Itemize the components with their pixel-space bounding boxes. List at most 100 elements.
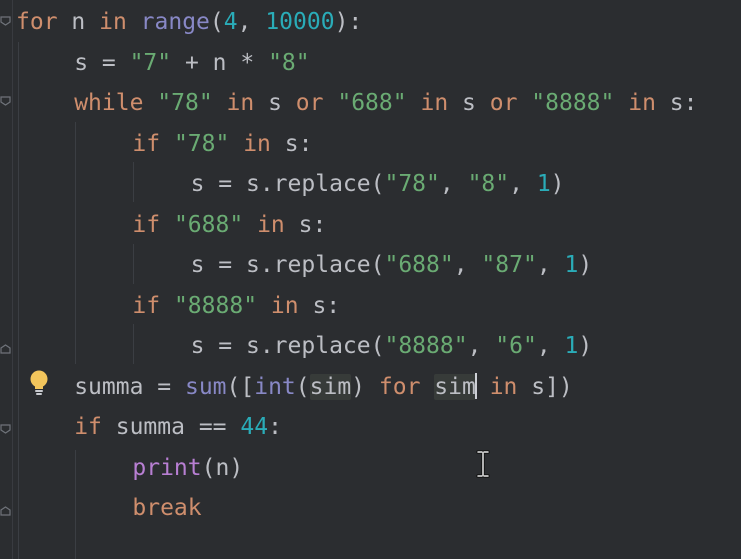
code-line[interactable]: if "8888" in s: (132, 286, 340, 326)
code-token: in (628, 90, 656, 116)
code-token: in (99, 9, 127, 35)
code-editor[interactable]: for n in range(4, 10000): s = "7" + n * "… (0, 0, 741, 559)
code-token: "688" (384, 252, 454, 278)
code-token: int (254, 373, 296, 400)
code-token: sim (434, 373, 476, 400)
code-token: 1 (564, 252, 579, 278)
code-token: 1 (564, 333, 579, 359)
code-token: while (74, 90, 144, 116)
fold-end-marker-icon[interactable] (0, 344, 11, 354)
code-token: ( (209, 9, 224, 35)
code-token: summa = (74, 373, 185, 400)
fold-marker-icon[interactable] (0, 424, 11, 434)
code-token: 44 (240, 414, 269, 440)
code-token: "78" (384, 171, 440, 197)
code-token: in (270, 292, 299, 319)
code-token: , (439, 171, 468, 197)
code-token: ([ (226, 373, 255, 400)
code-token: s]) (517, 373, 573, 400)
code-token: , (536, 333, 565, 359)
code-token: s = s.replace( (190, 252, 385, 278)
code-line[interactable]: break (132, 488, 201, 528)
code-token: s (254, 90, 296, 116)
fold-end-marker-icon[interactable] (0, 506, 11, 516)
code-line[interactable]: s = "7" + n * "8" (74, 43, 309, 83)
code-line[interactable]: if "688" in s: (132, 205, 326, 245)
code-token: if (132, 211, 161, 238)
code-token: sim (309, 373, 352, 400)
code-token: "688" (173, 211, 244, 238)
code-token: 1 (536, 171, 551, 197)
code-line[interactable]: for n in range(4, 10000): (16, 2, 362, 42)
code-token: range (140, 9, 210, 35)
code-token: in (243, 130, 271, 157)
code-line[interactable]: while "78" in s or "688" in s or "8888" … (74, 83, 697, 123)
code-token: in (226, 90, 255, 116)
code-token: print (132, 454, 202, 481)
code-token: s = (74, 49, 130, 76)
code-line[interactable]: if summa == 44: (74, 407, 282, 447)
code-token: ( (295, 373, 310, 400)
code-line[interactable]: summa = sum([int(sim) for sim in s]) (74, 367, 573, 407)
code-line[interactable]: if "78" in s: (132, 124, 312, 164)
code-token: + n * (171, 49, 269, 76)
fold-marker-icon[interactable] (0, 16, 11, 26)
code-token: 4 (223, 9, 238, 35)
code-token: s: (298, 292, 341, 319)
ibeam-cursor-icon (476, 450, 490, 478)
code-token: in (420, 90, 449, 116)
indent-guide (75, 122, 76, 364)
code-token: "8888" (173, 292, 258, 319)
code-token: , (467, 333, 496, 359)
code-token: s (448, 90, 490, 116)
code-token: (n) (201, 454, 244, 481)
code-token: , (509, 171, 537, 197)
code-token: , (536, 252, 565, 278)
code-token: for (16, 9, 58, 35)
code-token: or (295, 90, 324, 116)
code-token: "7" (129, 49, 172, 76)
code-token: "78" (173, 130, 230, 157)
code-token: s = s.replace( (190, 333, 385, 359)
code-token: summa == (101, 414, 241, 440)
code-token: "8888" (384, 333, 468, 359)
indent-guide (75, 450, 76, 559)
indent-guide (133, 244, 134, 284)
code-line[interactable]: print(n) (132, 448, 243, 488)
indent-guide (18, 42, 19, 559)
indent-guide (133, 324, 134, 364)
code-line[interactable]: s = s.replace("8888", "6", 1) (191, 326, 593, 366)
lightbulb-icon[interactable] (28, 370, 50, 396)
code-token: ): (334, 9, 363, 35)
code-token: ) (550, 171, 565, 197)
code-token: for (378, 373, 421, 400)
code-token: "87" (481, 252, 537, 278)
code-token: "8" (268, 49, 310, 76)
code-token: 10000 (265, 9, 335, 35)
code-token: in (257, 211, 285, 238)
code-token: : (268, 414, 282, 440)
code-token: s: (655, 90, 698, 116)
code-line[interactable]: s = s.replace("688", "87", 1) (191, 245, 593, 285)
code-token: ) (351, 373, 379, 400)
code-line[interactable]: s = s.replace("78", "8", 1) (191, 164, 565, 204)
code-token: ) (578, 333, 593, 359)
fold-marker-icon[interactable] (0, 96, 11, 106)
code-token: n (57, 9, 100, 35)
indent-guide (133, 162, 134, 202)
